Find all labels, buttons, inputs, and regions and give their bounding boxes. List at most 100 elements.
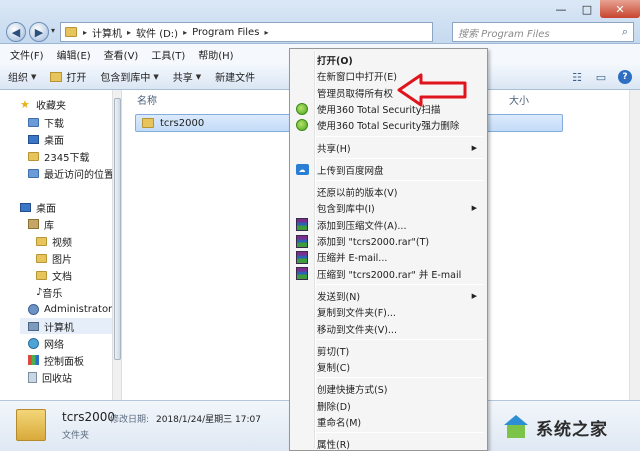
context-menu-item[interactable]: 添加到 "tcrs2000.rar"(T) (292, 233, 485, 249)
chevron-right-icon[interactable]: ▸ (183, 28, 187, 37)
arrow-right-icon: ▶ (34, 25, 44, 39)
menu-view[interactable]: 查看(V) (104, 47, 139, 62)
column-header-size[interactable]: 大小 (509, 92, 529, 107)
sidebar-item-2345-downloads[interactable]: 2345下载 (28, 148, 89, 164)
context-menu-item[interactable]: 压缩并 E-mail... (292, 249, 485, 265)
include-in-library-button[interactable]: 包含到库中 ▼ (100, 69, 158, 85)
close-button[interactable]: ✕ (600, 0, 640, 18)
context-menu-item-label: 还原以前的版本(V) (317, 188, 398, 200)
context-menu-item[interactable]: 包含到库中(I) ▶ (292, 200, 485, 216)
context-menu-item[interactable]: 复制到文件夹(F)... (292, 304, 485, 320)
context-menu-item[interactable]: 共享(H) ▶ (292, 140, 485, 156)
context-menu-item[interactable]: 移动到文件夹(V)... (292, 321, 485, 337)
search-icon[interactable]: ⌕ (622, 25, 628, 39)
breadcrumb-computer[interactable]: 计算机 (92, 25, 122, 40)
forward-button[interactable]: ▶ (29, 22, 49, 42)
context-menu-item[interactable]: 压缩到 "tcrs2000.rar" 并 E-mail (292, 266, 485, 282)
menu-file[interactable]: 文件(F) (10, 47, 44, 62)
breadcrumb-drive[interactable]: 软件 (D:) (136, 25, 178, 40)
context-menu-item[interactable]: 属性(R) (292, 436, 485, 451)
sidebar-item-recent-places[interactable]: 最近访问的位置 (28, 165, 114, 181)
sidebar-item-favorites[interactable]: ★ 收藏夹 (20, 96, 66, 112)
sidebar-item-pictures[interactable]: 图片 (36, 250, 72, 266)
context-menu-item-label: 包含到库中(I) (317, 204, 375, 216)
sidebar-item-label: 视频 (52, 237, 72, 249)
chevron-right-icon[interactable]: ▸ (83, 28, 87, 37)
file-name: tcrs2000 (160, 117, 205, 129)
menu-separator (316, 283, 484, 285)
sidebar-scroll-thumb[interactable] (114, 98, 121, 360)
context-menu-item-label: 移动到文件夹(V)... (317, 324, 397, 336)
sidebar-scrollbar[interactable] (112, 90, 121, 400)
download-folder-icon (28, 117, 39, 127)
sidebar-item-label: 网络 (44, 339, 64, 351)
context-menu-item[interactable]: ☁ 上传到百度网盘 (292, 162, 485, 178)
star-icon: ★ (20, 97, 30, 111)
context-menu-item[interactable]: 复制(C) (292, 359, 485, 375)
sidebar-item-computer[interactable]: 计算机 (20, 318, 112, 334)
winrar-archive-icon (296, 218, 308, 232)
maximize-button[interactable]: □ (574, 0, 600, 18)
search-input[interactable]: 搜索 Program Files ⌕ (452, 22, 634, 42)
menu-separator (316, 432, 484, 434)
view-options-icon[interactable]: ☷ (570, 70, 584, 84)
recent-pages-dropdown[interactable]: ▾ (51, 26, 55, 35)
chevron-right-icon[interactable]: ▸ (127, 28, 131, 37)
context-menu-item[interactable]: 发送到(N) ▶ (292, 288, 485, 304)
organize-button[interactable]: 组织 ▼ (8, 69, 36, 85)
sidebar-item-control-panel[interactable]: 控制面板 (28, 352, 84, 368)
sidebar-item-label: 回收站 (42, 373, 72, 385)
minimize-button[interactable]: — (548, 0, 574, 18)
sidebar-item-desktop[interactable]: 桌面 (20, 199, 56, 215)
shield-360-icon (295, 118, 309, 132)
help-icon[interactable]: ? (618, 70, 632, 84)
sidebar-item-libraries[interactable]: 库 (28, 216, 54, 232)
sidebar-item-network[interactable]: 网络 (28, 335, 64, 351)
menu-tools[interactable]: 工具(T) (151, 47, 185, 62)
back-button[interactable]: ◀ (6, 22, 26, 42)
recycle-bin-icon (28, 371, 37, 383)
context-menu-item-label: 压缩并 E-mail... (317, 253, 388, 265)
address-bar[interactable]: ▸ 计算机 ▸ 软件 (D:) ▸ Program Files ▸ (60, 22, 433, 42)
sidebar-item-downloads[interactable]: 下载 (28, 114, 64, 130)
context-menu-item[interactable]: 删除(D) (292, 398, 485, 414)
annotation-arrow-icon (397, 73, 467, 107)
context-menu-item[interactable]: 打开(O) (292, 52, 485, 68)
sidebar-item-music[interactable]: ♪ 音乐 (36, 284, 62, 300)
watermark: 系统之家 (502, 410, 636, 444)
menu-help[interactable]: 帮助(H) (198, 47, 233, 62)
desktop-icon (20, 202, 31, 212)
sidebar-item-desktop-fav[interactable]: 桌面 (28, 131, 64, 147)
navigation-pane: ★ 收藏夹 下载 桌面 2345下载 最近访问的位置 桌面 库 视频 图片 文档… (0, 90, 122, 400)
chevron-right-icon[interactable]: ▸ (264, 28, 268, 37)
column-header-name[interactable]: 名称 (137, 92, 157, 107)
breadcrumb-program-files[interactable]: Program Files (192, 27, 259, 38)
house-logo-icon (502, 415, 530, 439)
context-menu-item[interactable]: 重命名(M) (292, 414, 485, 430)
context-menu-item[interactable]: 添加到压缩文件(A)... (292, 217, 485, 233)
computer-icon (28, 321, 39, 331)
preview-pane-icon[interactable]: ▭ (594, 70, 608, 84)
submenu-arrow-icon: ▶ (471, 143, 477, 152)
arrow-left-icon: ◀ (11, 25, 21, 39)
sidebar-item-videos[interactable]: 视频 (36, 233, 72, 249)
open-button[interactable]: 打开 (50, 69, 86, 84)
share-button[interactable]: 共享 ▼ (173, 69, 201, 85)
context-menu-item[interactable]: 剪切(T) (292, 343, 485, 359)
sidebar-item-label: 桌面 (36, 203, 56, 215)
library-icon (28, 219, 39, 229)
context-menu-item[interactable]: 还原以前的版本(V) (292, 184, 485, 200)
sidebar-item-recycle-bin[interactable]: 回收站 (28, 369, 72, 385)
sidebar-item-administrator[interactable]: Administrator (28, 301, 112, 317)
folder-icon (142, 118, 154, 128)
context-menu-item[interactable]: 使用360 Total Security强力删除 (292, 117, 485, 133)
new-folder-button[interactable]: 新建文件 (215, 69, 255, 84)
desktop-icon (28, 134, 39, 144)
title-bar: — □ ✕ ◀ ▶ ▾ ▸ 计算机 ▸ 软件 (D:) ▸ Program Fi… (0, 0, 640, 44)
organize-label: 组织 (8, 73, 28, 84)
details-file-name: tcrs2000 (62, 410, 116, 424)
content-scrollbar[interactable] (629, 90, 640, 400)
sidebar-item-documents[interactable]: 文档 (36, 267, 72, 283)
menu-edit[interactable]: 编辑(E) (57, 47, 91, 62)
context-menu-item[interactable]: 创建快捷方式(S) (292, 381, 485, 397)
